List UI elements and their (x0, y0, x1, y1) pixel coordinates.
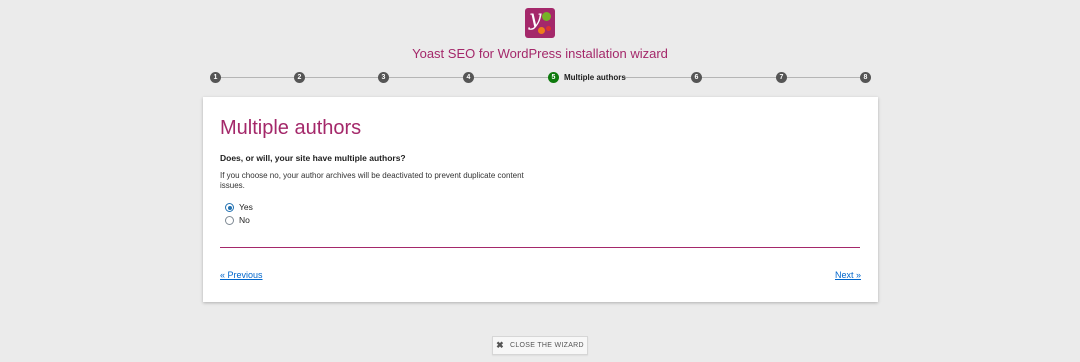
stepper-line (787, 77, 860, 78)
wizard-title: Yoast SEO for WordPress installation wiz… (412, 46, 668, 61)
current-step-label: Multiple authors (564, 73, 626, 82)
wizard-step-card: Multiple authors Does, or will, your sit… (203, 97, 878, 302)
divider (220, 247, 860, 248)
option-yes-label[interactable]: Yes (239, 202, 253, 212)
step-2[interactable]: 2 (294, 72, 305, 83)
progress-stepper: 1 2 3 4 5 Multiple authors 6 7 8 (0, 70, 1080, 86)
step-6[interactable]: 6 (691, 72, 702, 83)
close-icon: ✖ (496, 340, 504, 350)
stepper-line (473, 77, 548, 78)
stepper-line (305, 77, 379, 78)
previous-link[interactable]: « Previous (220, 270, 263, 280)
stepper-line (622, 77, 691, 78)
close-wizard-label: CLOSE THE WIZARD (509, 342, 584, 349)
stepper-line (702, 77, 776, 78)
step-explanation: If you choose no, your author archives w… (220, 171, 524, 190)
radio-no[interactable] (225, 216, 234, 225)
radio-yes[interactable] (225, 203, 234, 212)
step-4[interactable]: 4 (463, 72, 474, 83)
step-1[interactable]: 1 (210, 72, 221, 83)
stepper-line (220, 77, 294, 78)
step-5[interactable]: 5 (548, 72, 559, 83)
step-heading: Multiple authors (220, 117, 362, 139)
step-question: Does, or will, your site have multiple a… (220, 153, 406, 163)
step-7[interactable]: 7 (776, 72, 787, 83)
step-8[interactable]: 8 (860, 72, 871, 83)
option-no-label[interactable]: No (239, 215, 250, 225)
step-3[interactable]: 3 (378, 72, 389, 83)
close-wizard-button[interactable]: ✖ CLOSE THE WIZARD (492, 336, 588, 355)
stepper-line (389, 77, 463, 78)
next-link[interactable]: Next » (835, 270, 861, 280)
yoast-logo-icon: y (525, 6, 555, 38)
